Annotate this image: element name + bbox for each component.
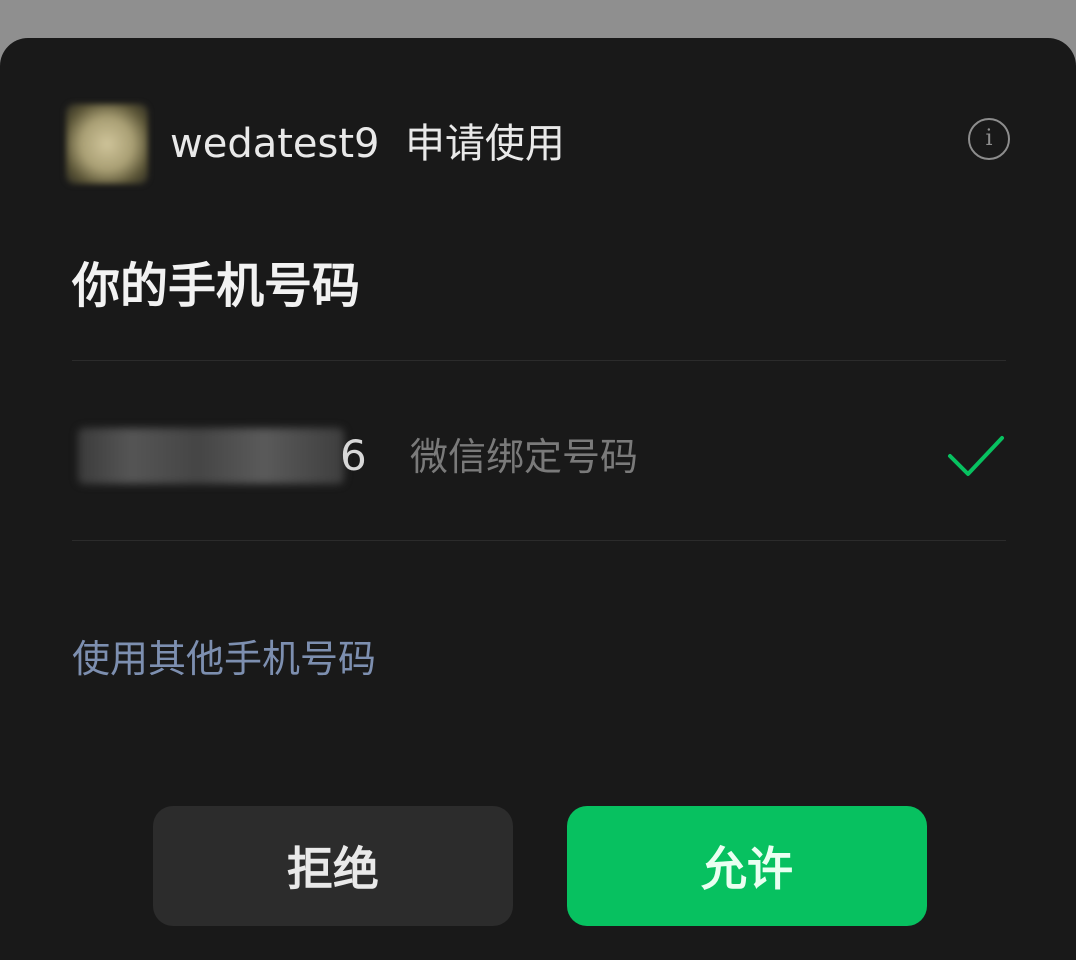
divider-bottom	[72, 540, 1006, 541]
app-name: wedatest9	[170, 121, 380, 167]
phone-option-row[interactable]: 6 微信绑定号码	[72, 418, 1006, 498]
number-blur-mask	[78, 428, 344, 484]
section-title: 你的手机号码	[72, 258, 361, 314]
authorization-sheet: wedatest9 申请使用 i 你的手机号码 6 微信绑定号码 使用其他手机号…	[0, 38, 1076, 960]
check-icon	[948, 436, 1004, 476]
phone-description: 微信绑定号码	[410, 435, 639, 479]
allow-button[interactable]: 允许	[567, 806, 927, 926]
masked-phone-number: 6	[72, 426, 368, 486]
request-text: 申请使用	[404, 121, 565, 167]
header: wedatest9 申请使用 i	[66, 104, 1010, 184]
reject-button[interactable]: 拒绝	[153, 806, 513, 926]
divider-top	[72, 360, 1006, 361]
info-icon[interactable]: i	[968, 118, 1010, 160]
app-avatar	[66, 104, 148, 184]
use-other-number-link[interactable]: 使用其他手机号码	[72, 634, 376, 684]
phone-number-tail: 6	[340, 431, 367, 480]
app-request-title: wedatest9 申请使用	[170, 118, 565, 170]
